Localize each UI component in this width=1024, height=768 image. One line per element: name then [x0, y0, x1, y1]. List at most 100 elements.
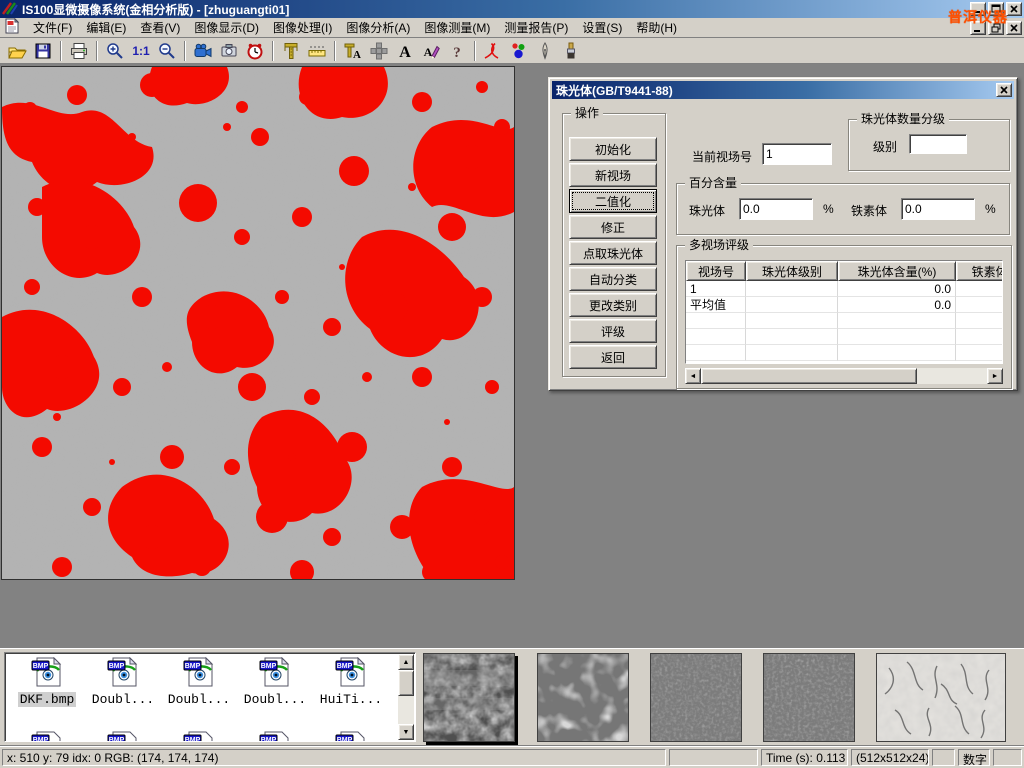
print-button[interactable]	[66, 39, 92, 63]
change-class-button[interactable]: 更改类别	[569, 293, 657, 317]
initialize-button[interactable]: 初始化	[569, 137, 657, 161]
thumbnail-image-5[interactable]	[876, 653, 1006, 742]
dialog-close-button[interactable]	[996, 83, 1012, 97]
file-name[interactable]: DKF.bmp	[18, 692, 77, 707]
brush-tool-button[interactable]	[558, 39, 584, 63]
file-name[interactable]: HuiTi...	[318, 692, 384, 707]
file-name[interactable]: Doubl...	[166, 692, 232, 707]
caliper-measure-button[interactable]	[278, 39, 304, 63]
col-pearlite-content[interactable]: 珠光体含量(%)	[838, 261, 956, 281]
col-ferrite-content[interactable]: 铁素体含量(%)	[956, 261, 1003, 281]
scroll-thumb[interactable]	[701, 368, 917, 384]
file-name[interactable]: Doubl...	[90, 692, 156, 707]
file-list[interactable]: BMP DKF.bmp BMP Doubl... BMP Doubl...	[4, 652, 416, 742]
menu-file[interactable]: 文件(F)	[26, 17, 79, 38]
save-icon	[33, 41, 53, 61]
cell-field-number[interactable]: 1	[686, 281, 746, 297]
pen-tool-button[interactable]	[532, 39, 558, 63]
text-icon: A	[395, 41, 415, 61]
menu-image-measure[interactable]: 图像测量(M)	[417, 17, 497, 38]
cell-ferrite-content[interactable]	[956, 281, 1003, 297]
thumbnail-image-4[interactable]	[763, 653, 855, 742]
micrograph-image[interactable]	[1, 66, 515, 580]
text-button[interactable]: A	[392, 39, 418, 63]
thumbnail-image-3[interactable]	[650, 653, 742, 742]
scroll-left-arrow[interactable]: ◄	[685, 368, 701, 384]
photo-capture-button[interactable]	[216, 39, 242, 63]
rate-button[interactable]: 评级	[569, 319, 657, 343]
binarize-button[interactable]: 二值化	[569, 189, 657, 213]
menu-measure-report[interactable]: 测量报告(P)	[497, 17, 575, 38]
help-button[interactable]: ?	[444, 39, 470, 63]
file-item[interactable]: BMP Doubl...	[163, 657, 235, 707]
scroll-thumb[interactable]	[398, 670, 414, 696]
return-button[interactable]: 返回	[569, 345, 657, 369]
menu-image-processing[interactable]: 图像处理(I)	[266, 17, 339, 38]
auto-classify-button[interactable]: 自动分类	[569, 267, 657, 291]
file-item[interactable]: BMP	[87, 731, 159, 742]
cell-pearlite-grade[interactable]	[746, 281, 838, 297]
new-field-button[interactable]: 新视场	[569, 163, 657, 187]
file-item[interactable]: BMP	[239, 731, 311, 742]
grid-button[interactable]	[366, 39, 392, 63]
cell-field-number[interactable]: 平均值	[686, 297, 746, 313]
col-field-number[interactable]: 视场号	[686, 261, 746, 281]
close-button[interactable]	[1006, 2, 1022, 16]
annotate-text-button[interactable]: A	[418, 39, 444, 63]
file-list-scrollbar[interactable]: ▲ ▼	[398, 654, 414, 740]
empty-panel	[932, 749, 955, 766]
file-item[interactable]: BMP	[315, 731, 387, 742]
menu-settings[interactable]: 设置(S)	[575, 17, 629, 38]
pick-pearlite-button[interactable]: 点取珠光体	[569, 241, 657, 265]
timer-button[interactable]	[242, 39, 268, 63]
col-pearlite-grade[interactable]: 珠光体级别	[746, 261, 838, 281]
measure-annotate-button[interactable]: A	[340, 39, 366, 63]
file-item[interactable]: BMP Doubl...	[87, 657, 159, 707]
thumbnail-image-2[interactable]	[537, 653, 629, 742]
ferrite-percent-input[interactable]	[901, 198, 975, 220]
file-item[interactable]: BMP	[163, 731, 235, 742]
thumbnail-image-1[interactable]	[423, 653, 515, 742]
pearlite-percent-input[interactable]	[739, 198, 813, 220]
save-button[interactable]	[30, 39, 56, 63]
rating-table[interactable]: 视场号 珠光体级别 珠光体含量(%) 铁素体含量(%) 1 0.0 平均值	[685, 260, 1003, 364]
file-item[interactable]: BMP	[11, 731, 83, 742]
correct-button[interactable]: 修正	[569, 215, 657, 239]
file-item[interactable]: BMP DKF.bmp	[11, 657, 83, 707]
ruler-measure-button[interactable]	[304, 39, 330, 63]
cell-ferrite-content[interactable]	[956, 297, 1003, 313]
percent-group: 百分含量 珠光体 % 铁素体 %	[676, 183, 1010, 235]
menu-help[interactable]: 帮助(H)	[629, 17, 684, 38]
zoom-out-button[interactable]	[154, 39, 180, 63]
file-item[interactable]: BMP Doubl...	[239, 657, 311, 707]
scroll-right-arrow[interactable]: ►	[987, 368, 1003, 384]
file-name[interactable]: Doubl...	[242, 692, 308, 707]
grade-input[interactable]	[909, 134, 967, 154]
svg-text:?: ?	[453, 45, 461, 61]
menu-view[interactable]: 查看(V)	[133, 17, 187, 38]
cell-pearlite-content[interactable]: 0.0	[838, 297, 956, 313]
cell-pearlite-grade[interactable]	[746, 297, 838, 313]
scroll-track[interactable]	[917, 368, 987, 384]
cell-pearlite-content[interactable]: 0.0	[838, 281, 956, 297]
actual-size-button[interactable]: 1:1	[128, 39, 154, 63]
open-file-button[interactable]	[4, 39, 30, 63]
menu-image-display[interactable]: 图像显示(D)	[187, 17, 266, 38]
phase-particles-button[interactable]	[506, 39, 532, 63]
menu-edit[interactable]: 编辑(E)	[79, 17, 133, 38]
video-capture-button[interactable]	[190, 39, 216, 63]
mdi-close-button[interactable]	[1006, 21, 1022, 35]
file-item[interactable]: BMP HuiTi...	[315, 657, 387, 707]
camera-icon	[219, 41, 239, 61]
curve-tool-button[interactable]	[480, 39, 506, 63]
svg-text:A: A	[353, 49, 361, 61]
menu-image-analysis[interactable]: 图像分析(A)	[339, 17, 417, 38]
table-horizontal-scrollbar[interactable]: ◄ ►	[685, 368, 1003, 384]
scroll-down-arrow[interactable]: ▼	[398, 724, 414, 740]
current-field-input[interactable]	[762, 143, 832, 165]
zoom-in-button[interactable]	[102, 39, 128, 63]
pearlite-label: 珠光体	[689, 202, 725, 219]
scroll-up-arrow[interactable]: ▲	[398, 654, 414, 670]
svg-text:BMP: BMP	[109, 663, 125, 670]
dialog-title-bar[interactable]: 珠光体(GB/T9441-88)	[552, 81, 1014, 99]
